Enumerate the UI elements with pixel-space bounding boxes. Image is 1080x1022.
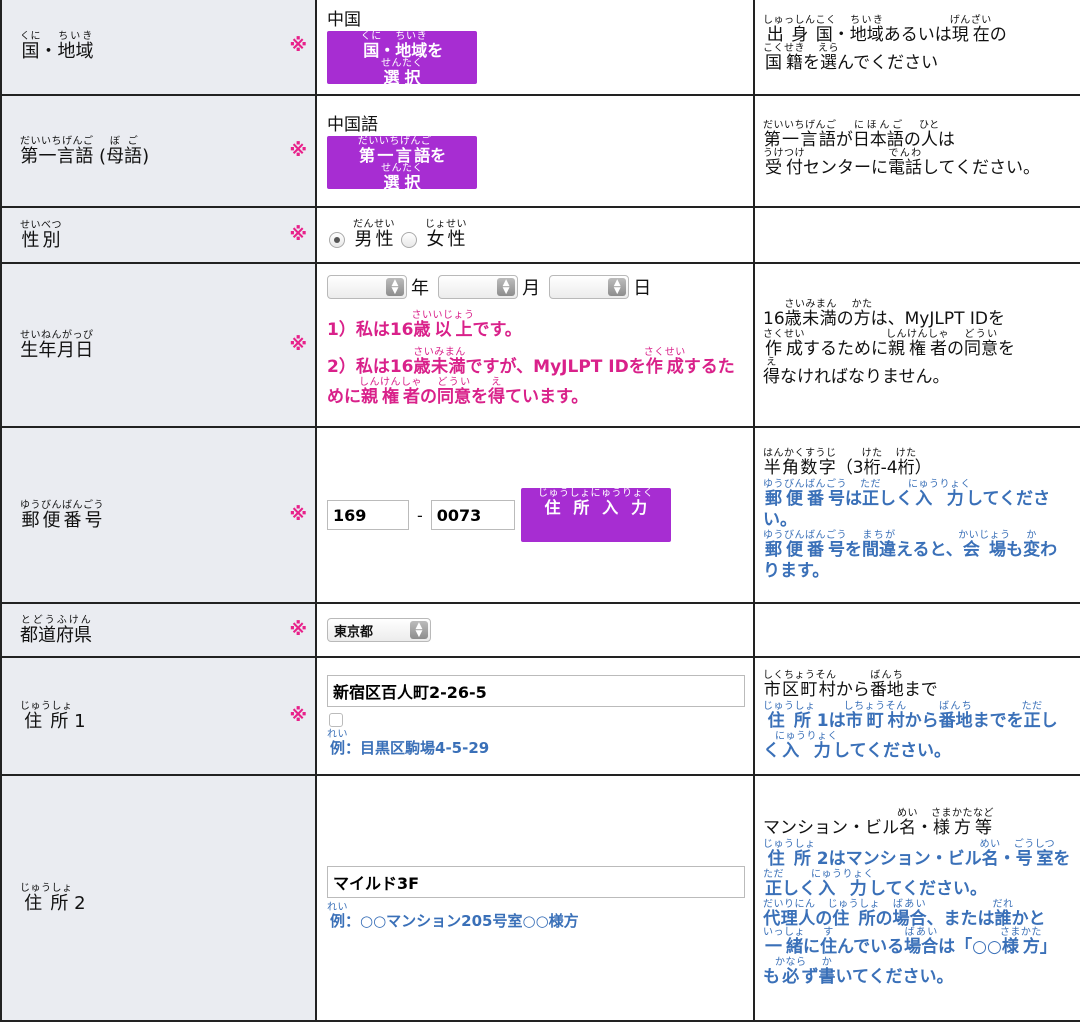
male-radio[interactable] <box>329 232 345 248</box>
prefecture-value: 東京都 <box>334 624 374 640</box>
address1-label: 住所じゅうしょ 1 <box>20 700 86 732</box>
year-select[interactable]: ▲ ▼ <box>327 275 407 299</box>
row-country: 国くに・地域ちいき ※ 中国 国くに・地域ちいきを 選択せんたく 出身国しゅっしん… <box>0 0 1080 96</box>
address2-input[interactable] <box>327 865 745 898</box>
address2-note-building: マンション・ビル名めい・様方等さまかたなど <box>763 807 994 838</box>
language-value: 中国語 <box>327 114 378 135</box>
chevron-updown-icon: ▲ ▼ <box>497 278 516 296</box>
day-select[interactable]: ▲ ▼ <box>549 275 630 299</box>
row-gender: 性別せいべつ ※ 男性だんせい 女性じょせい <box>0 206 1080 264</box>
female-label: 女性じょせい <box>425 219 467 250</box>
chevron-updown-icon: ▲ ▼ <box>386 278 404 296</box>
prefecture-note <box>753 602 1080 658</box>
country-note: 出身国しゅっしんこく・地域ちいきあるいは現在げんざいの 国籍こくせきを選えらんでく… <box>753 0 1080 96</box>
postal-note-correct: 郵便ゆうびん番号ばんごうは正ただしく入力にゅうりょくしてください。 <box>763 478 1050 530</box>
birthdate-note: 16歳未満さいみまんの方かたは、MyJLPT IDを 作成さくせいするために親権者… <box>753 262 1080 428</box>
date-selects: ▲ ▼ 年 ▲ ▼ 月 ▲ ▼ 日 <box>327 274 743 300</box>
row-address1: 住所じゅうしょ 1 ※ 例れい：目黒区駒場4-5-29 市区町村しくちょうそんか… <box>0 656 1080 776</box>
address1-example: 例れい：目黒区駒場4-5-29 <box>327 728 490 757</box>
prefecture-select[interactable]: 東京都 ▲ ▼ <box>327 618 431 642</box>
postal-code-part1-input[interactable] <box>327 500 409 530</box>
registration-form: 国くに・地域ちいき ※ 中国 国くに・地域ちいきを 選択せんたく 出身国しゅっしん… <box>0 0 1080 1022</box>
age-option-1[interactable]: 1）私は16歳さい以上いじょうです。 <box>327 310 743 341</box>
required-mark: ※ <box>289 224 308 246</box>
birthdate-label: 生年月日せいねんがっぴ <box>20 329 94 361</box>
address2-example: 例れい：○○マンション205号室○○様方 <box>327 901 579 930</box>
chevron-updown-icon: ▲ ▼ <box>410 621 428 639</box>
month-label: 月 <box>522 278 541 299</box>
chevron-updown-icon: ▲ ▼ <box>608 278 627 296</box>
male-label: 男性だんせい <box>353 219 395 250</box>
language-label: 第一言語だいいちげんご (母語ぼご) <box>20 135 150 167</box>
female-radio[interactable] <box>401 232 417 248</box>
postal-code-part2-input[interactable] <box>430 500 515 530</box>
input-cell: 中国 国くに・地域ちいきを 選択せんたく <box>315 0 755 96</box>
postal-separator: - <box>417 505 423 525</box>
required-mark: ※ <box>289 140 308 162</box>
year-label: 年 <box>411 278 429 299</box>
country-label: 国くに・地域ちいき <box>20 30 94 62</box>
month-select[interactable]: ▲ ▼ <box>438 275 519 299</box>
country-value: 中国 <box>327 9 361 30</box>
address2-note-proxy: 代理人だいりにんの住所じゅうしょの場合ばあい、または誰だれかと一緒いっしょに住す… <box>763 899 1057 988</box>
age-option-2[interactable]: 2）私は16歳未満さいみまんですが、MyJLPT IDを作成さくせいするために親… <box>327 347 743 408</box>
language-note: 第一言語だいいちげんごが日本語にほんごの人ひとは 受付うけつけセンターに電話でんわ… <box>753 94 1080 208</box>
address1-checkbox[interactable] <box>329 712 343 727</box>
prefecture-label: 都道府県とどうふけん <box>20 614 92 646</box>
gender-note <box>753 206 1080 264</box>
required-mark: ※ <box>289 35 308 57</box>
row-birthdate: 生年月日せいねんがっぴ ※ ▲ ▼ 年 ▲ ▼ 月 ▲ ▼ 日 1）私は16歳さい以上いじょ… <box>0 262 1080 428</box>
address-input-button[interactable]: 住所入力じゅうしょにゅうりょく <box>520 488 671 542</box>
address1-input[interactable] <box>327 674 745 707</box>
row-prefecture: 都道府県とどうふけん ※ 東京都 ▲ ▼ <box>0 602 1080 658</box>
row-postal: 郵便番号ゆうびんばんごう ※ - 住所入力じゅうしょにゅうりょく 半角数字はんか… <box>0 426 1080 604</box>
required-mark: ※ <box>289 504 308 526</box>
required-mark: ※ <box>289 705 308 727</box>
label-cell: 国くに・地域ちいき ※ <box>0 0 317 96</box>
postal-label: 郵便番号ゆうびんばんごう <box>20 499 104 531</box>
address2-label: 住所じゅうしょ 2 <box>20 882 86 914</box>
gender-label: 性別せいべつ <box>20 219 62 251</box>
row-address2: 住所じゅうしょ 2 例れい：○○マンション205号室○○様方 マンション・ビル名… <box>0 774 1080 1022</box>
postal-note-venue: 郵便番号ゆうびんばんごうを間違まちがえると、会場かいじょうも変かわります。 <box>763 530 1058 582</box>
address1-note-range: 市区町村しくちょうそんから番地ばんちまで <box>763 670 938 701</box>
select-country-button[interactable]: 国くに・地域ちいきを 選択せんたく <box>327 30 477 84</box>
day-label: 日 <box>633 278 652 299</box>
required-mark: ※ <box>289 619 308 641</box>
row-language: 第一言語だいいちげんご (母語ぼご) ※ 中国語 第一言語だいいちげんごを 選択せ… <box>0 94 1080 208</box>
address2-note-correct: 住所じゅうしょ 2はマンション・ビル名めい・号室ごうしつを正ただしく入力にゅうり… <box>763 838 1071 899</box>
required-mark: ※ <box>289 334 308 356</box>
address1-note-correct: 住所じゅうしょ 1は市町村しちょうそんから番地ばんちまでを正ただしく入力にゅうり… <box>763 701 1058 761</box>
postal-note-format: 半角数字はんかくすうじ（3桁けた-4桁けた） <box>763 448 932 479</box>
select-language-button[interactable]: 第一言語だいいちげんごを 選択せんたく <box>327 135 477 189</box>
